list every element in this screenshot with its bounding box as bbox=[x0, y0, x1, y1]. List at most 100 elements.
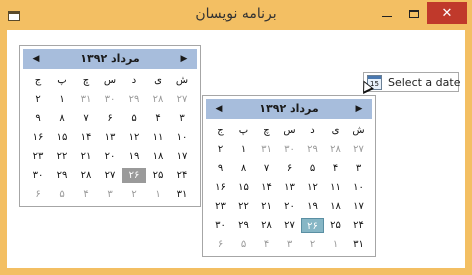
day-cell[interactable]: ۲۷ bbox=[170, 92, 194, 107]
day-cell[interactable]: ۲۲ bbox=[50, 149, 74, 164]
day-cell[interactable]: ۲۰ bbox=[278, 199, 301, 214]
weekday-label: ش bbox=[352, 125, 365, 136]
day-cell[interactable]: ۱۴ bbox=[255, 180, 278, 195]
week-row: ۱۷ ۱۸ ۱۹ ۲۰ ۲۱ ۲۲ ۲۳ bbox=[20, 149, 200, 164]
day-cell[interactable]: ۵ bbox=[301, 161, 324, 176]
day-cell[interactable]: ۱۹ bbox=[301, 199, 324, 214]
day-cell[interactable]: ۱۵ bbox=[50, 130, 74, 145]
day-cell[interactable]: ۳۰ bbox=[278, 142, 301, 157]
day-cell[interactable]: ۵ bbox=[50, 187, 74, 202]
day-cell[interactable]: ۶ bbox=[26, 187, 50, 202]
day-cell[interactable]: ۱۹ bbox=[122, 149, 146, 164]
day-cell[interactable]: ۱۰ bbox=[347, 180, 370, 195]
day-cell[interactable]: ۱۴ bbox=[74, 130, 98, 145]
next-month-arrow-icon[interactable]: ▶ bbox=[179, 53, 189, 65]
day-cell[interactable]: ۲۵ bbox=[146, 168, 170, 183]
day-cell[interactable]: ۱۱ bbox=[146, 130, 170, 145]
day-cell[interactable]: ۴ bbox=[255, 237, 278, 252]
close-button[interactable]: ✕ bbox=[427, 2, 467, 24]
day-cell[interactable]: ۷ bbox=[255, 161, 278, 176]
day-cell[interactable]: ۱ bbox=[146, 187, 170, 202]
day-cell[interactable]: ۱ bbox=[232, 142, 255, 157]
day-cell[interactable]: ۹ bbox=[26, 111, 50, 126]
day-cell-today[interactable]: ۲۶ bbox=[122, 168, 146, 183]
day-cell[interactable]: ۲۵ bbox=[324, 218, 347, 233]
app-window: برنامه نویسان ✕ ◀ مرداد ۱۳۹۲ ▶ ش ی د س چ پ ج ۲۷… bbox=[0, 0, 472, 275]
date-picker-field[interactable]: 15 Select a date bbox=[363, 72, 460, 92]
day-cell[interactable]: ۲۹ bbox=[301, 142, 324, 157]
day-cell[interactable]: ۸ bbox=[50, 111, 74, 126]
day-cell[interactable]: ۲۹ bbox=[122, 92, 146, 107]
day-cell[interactable]: ۲۹ bbox=[232, 218, 255, 233]
day-cell[interactable]: ۶ bbox=[278, 161, 301, 176]
day-cell-selected[interactable]: ۲۶ bbox=[301, 218, 324, 233]
day-cell[interactable]: ۲۲ bbox=[232, 199, 255, 214]
day-cell[interactable]: ۲۸ bbox=[255, 218, 278, 233]
day-cell[interactable]: ۲ bbox=[122, 187, 146, 202]
day-cell[interactable]: ۱ bbox=[50, 92, 74, 107]
day-cell[interactable]: ۱۷ bbox=[347, 199, 370, 214]
day-cell[interactable]: ۲۱ bbox=[255, 199, 278, 214]
day-cell[interactable]: ۱۷ bbox=[170, 149, 194, 164]
day-cell[interactable]: ۱۸ bbox=[146, 149, 170, 164]
day-cell[interactable]: ۳ bbox=[347, 161, 370, 176]
day-cell[interactable]: ۲۹ bbox=[50, 168, 74, 183]
day-cell[interactable]: ۸ bbox=[232, 161, 255, 176]
minimize-button[interactable] bbox=[373, 0, 401, 28]
day-cell[interactable]: ۷ bbox=[74, 111, 98, 126]
day-cell[interactable]: ۱۱ bbox=[324, 180, 347, 195]
day-cell[interactable]: ۱۲ bbox=[301, 180, 324, 195]
day-cell[interactable]: ۱۸ bbox=[324, 199, 347, 214]
day-cell[interactable]: ۲۴ bbox=[170, 168, 194, 183]
day-cell[interactable]: ۲ bbox=[301, 237, 324, 252]
calendar-inline: ◀ مرداد ۱۳۹۲ ▶ ش ی د س چ پ ج ۲۷ ۲۸ ۲۹ ۳۰ ۳۱ ۱ ۲ ۳ ۴ ۵ ۶ ۷ ۸… bbox=[19, 45, 201, 207]
day-cell[interactable]: ۱۲ bbox=[122, 130, 146, 145]
day-cell[interactable]: ۲۸ bbox=[324, 142, 347, 157]
day-cell[interactable]: ۱۰ bbox=[170, 130, 194, 145]
day-cell[interactable]: ۳۰ bbox=[209, 218, 232, 233]
week-row: ۲۷ ۲۸ ۲۹ ۳۰ ۳۱ ۱ ۲ bbox=[203, 142, 375, 157]
calendar-month-title[interactable]: مرداد ۱۳۹۲ bbox=[206, 102, 372, 115]
day-cell[interactable]: ۲ bbox=[209, 142, 232, 157]
day-cell[interactable]: ۵ bbox=[232, 237, 255, 252]
day-cell[interactable]: ۳۰ bbox=[98, 92, 122, 107]
day-cell[interactable]: ۱۶ bbox=[26, 130, 50, 145]
day-cell[interactable]: ۳۱ bbox=[74, 92, 98, 107]
day-cell[interactable]: ۳۱ bbox=[255, 142, 278, 157]
day-cell[interactable]: ۱ bbox=[324, 237, 347, 252]
day-cell[interactable]: ۲۱ bbox=[74, 149, 98, 164]
day-cell[interactable]: ۹ bbox=[209, 161, 232, 176]
day-cell[interactable]: ۱۵ bbox=[232, 180, 255, 195]
title-bar[interactable]: برنامه نویسان ✕ bbox=[0, 0, 472, 34]
day-cell[interactable]: ۲۴ bbox=[347, 218, 370, 233]
day-cell[interactable]: ۴ bbox=[146, 111, 170, 126]
day-cell[interactable]: ۱۳ bbox=[278, 180, 301, 195]
day-cell[interactable]: ۲۸ bbox=[146, 92, 170, 107]
day-cell[interactable]: ۱۳ bbox=[98, 130, 122, 145]
day-cell[interactable]: ۶ bbox=[209, 237, 232, 252]
day-cell[interactable]: ۲ bbox=[26, 92, 50, 107]
day-cell[interactable]: ۲۰ bbox=[98, 149, 122, 164]
day-cell[interactable]: ۴ bbox=[74, 187, 98, 202]
day-cell[interactable]: ۳۰ bbox=[26, 168, 50, 183]
day-cell[interactable]: ۲۷ bbox=[278, 218, 301, 233]
day-cell[interactable]: ۳ bbox=[278, 237, 301, 252]
day-cell[interactable]: ۳۱ bbox=[347, 237, 370, 252]
calendar-month-title[interactable]: مرداد ۱۳۹۲ bbox=[23, 52, 197, 65]
day-cell[interactable]: ۴ bbox=[324, 161, 347, 176]
day-cell[interactable]: ۲۸ bbox=[74, 168, 98, 183]
day-cell[interactable]: ۳۱ bbox=[170, 187, 194, 202]
day-cell[interactable]: ۲۳ bbox=[209, 199, 232, 214]
next-month-arrow-icon[interactable]: ▶ bbox=[354, 103, 364, 115]
day-cell[interactable]: ۲۷ bbox=[347, 142, 370, 157]
maximize-button[interactable] bbox=[401, 0, 427, 28]
week-row: ۳۱ ۱ ۲ ۳ ۴ ۵ ۶ bbox=[20, 187, 200, 202]
weekday-label: پ bbox=[238, 125, 249, 136]
day-cell[interactable]: ۲۳ bbox=[26, 149, 50, 164]
day-cell[interactable]: ۳ bbox=[170, 111, 194, 126]
day-cell[interactable]: ۲۷ bbox=[98, 168, 122, 183]
day-cell[interactable]: ۳ bbox=[98, 187, 122, 202]
day-cell[interactable]: ۱۶ bbox=[209, 180, 232, 195]
day-cell[interactable]: ۵ bbox=[122, 111, 146, 126]
day-cell[interactable]: ۶ bbox=[98, 111, 122, 126]
